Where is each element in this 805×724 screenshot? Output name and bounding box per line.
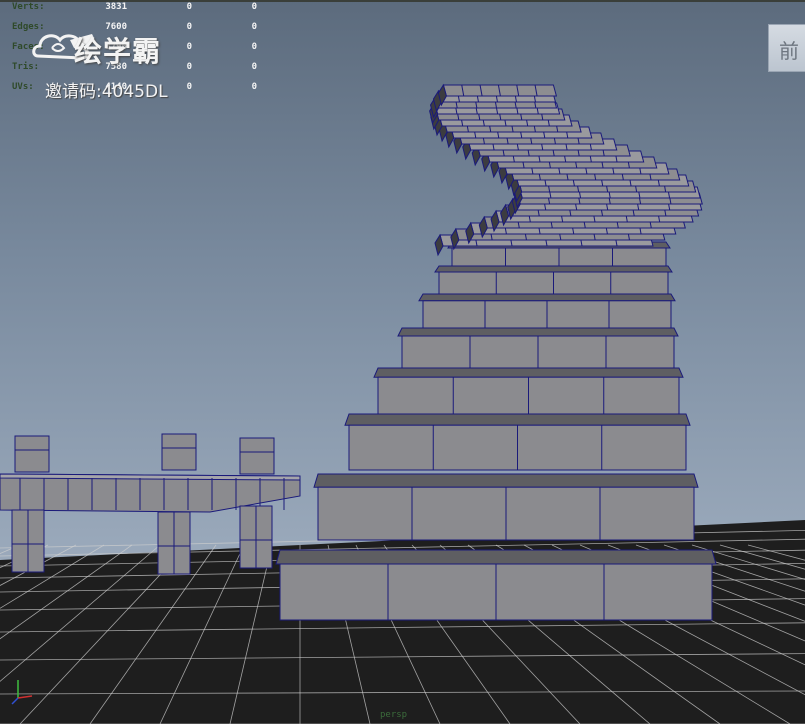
camera-name: persp: [380, 710, 408, 720]
stair-tread: [275, 549, 717, 565]
viewport-persp[interactable]: Verts: 3831 0 0 Edges: 7600 0 0 Faces: 3790 0 0 Tris…: [0, 0, 805, 724]
stair-tread: [373, 367, 684, 378]
viewcube-front-face[interactable]: 前: [768, 24, 805, 72]
stair-tread: [313, 473, 699, 488]
hud-value: 0: [186, 2, 192, 12]
staircase-mesh[interactable]: [275, 83, 717, 621]
watermark-brand: 绘学霸: [74, 35, 162, 68]
hud-value: 0: [251, 2, 257, 12]
stair-tread: [418, 293, 676, 302]
hud-label: Verts:: [12, 2, 45, 12]
scene-canvas[interactable]: [0, 0, 805, 724]
stair-tread: [397, 327, 679, 337]
hud-value: 3831: [105, 2, 127, 12]
axis-gizmo-icon: [11, 680, 33, 705]
railing-post-cap: [239, 437, 275, 475]
stair-tread: [434, 265, 673, 273]
railing-post-cap: [161, 433, 197, 471]
hud-label: UVs:: [12, 82, 34, 92]
railing-post-cap: [14, 435, 50, 473]
watermark-invite-code: 邀请码:4045DL: [45, 82, 168, 102]
stair-tread: [344, 413, 691, 426]
hud-value: 0: [251, 82, 257, 92]
